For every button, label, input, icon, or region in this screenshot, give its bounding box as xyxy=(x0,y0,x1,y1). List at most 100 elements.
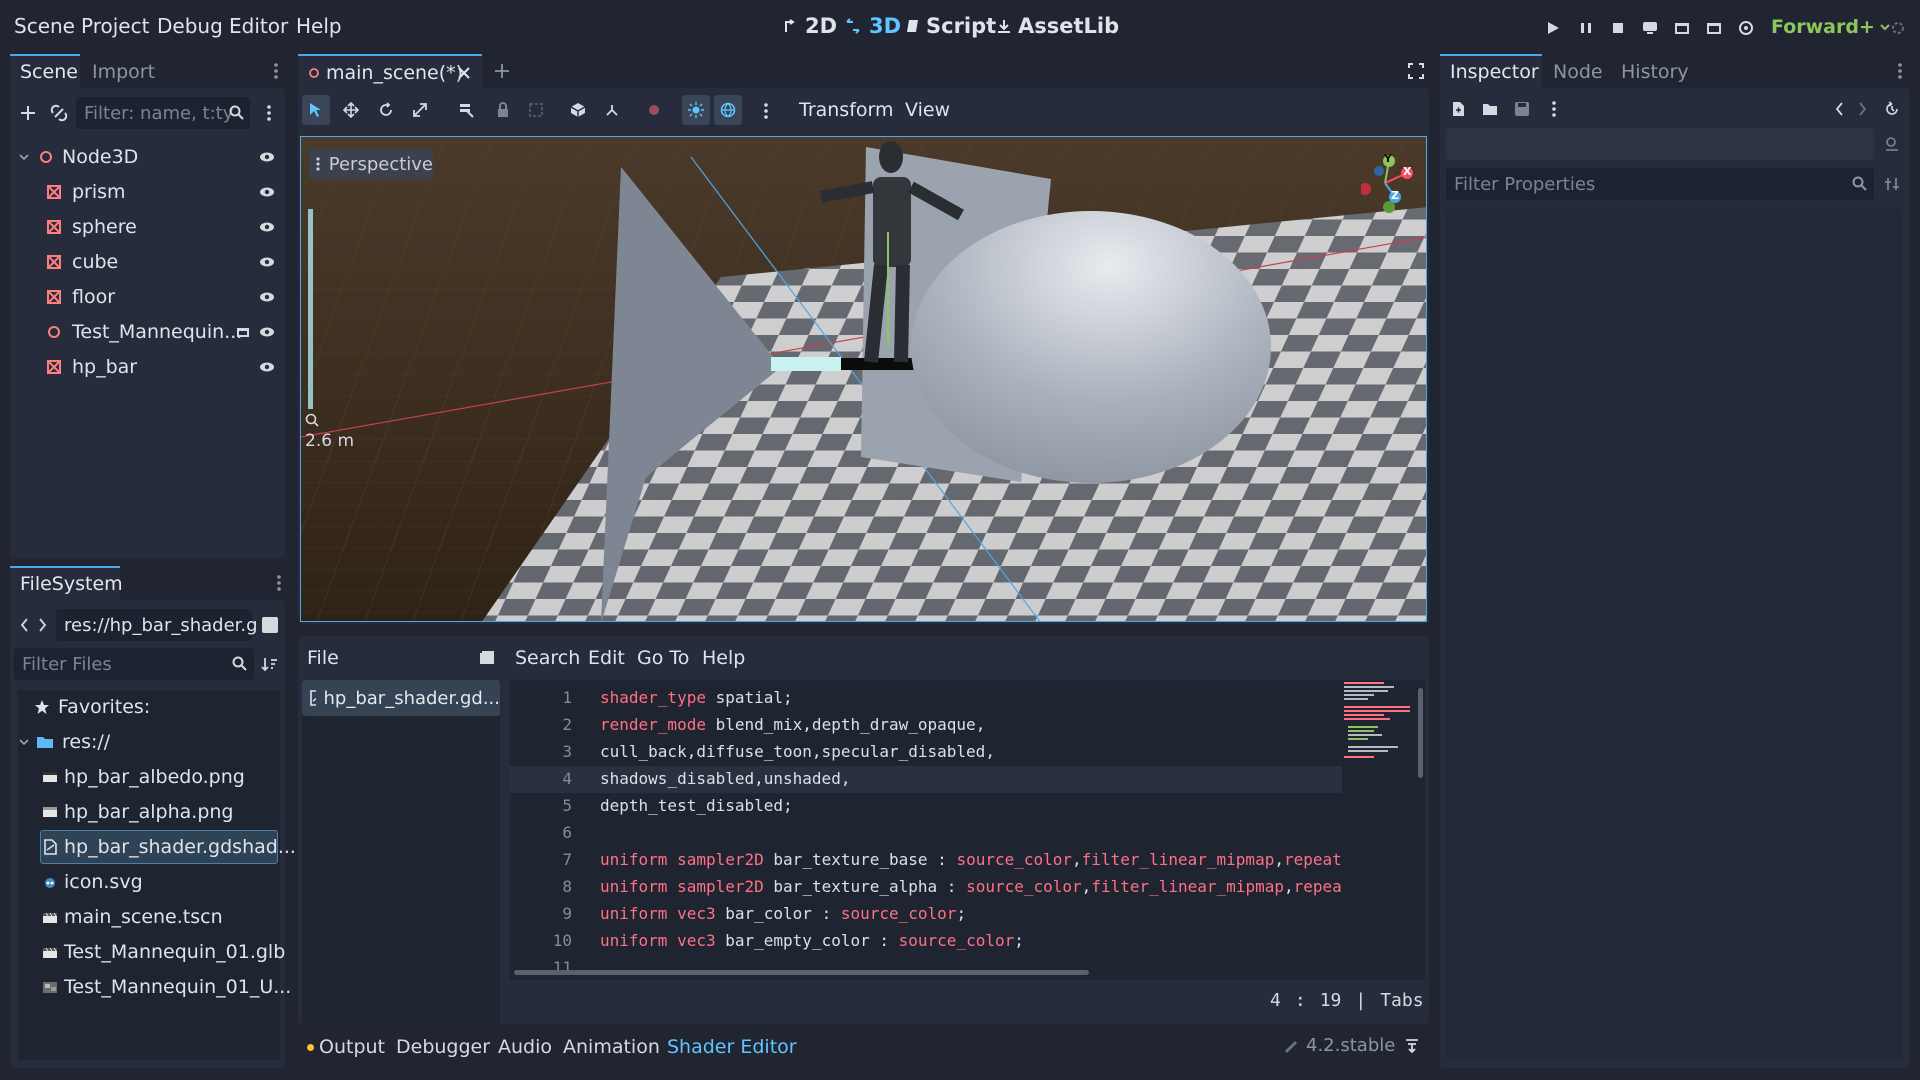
select-tool-button[interactable] xyxy=(302,95,330,125)
menu-scene[interactable]: Scene xyxy=(14,14,75,38)
audio-listener-icon[interactable] xyxy=(646,102,662,118)
visibility-eye-icon[interactable] xyxy=(259,221,275,233)
file-row-selected[interactable]: hp_bar_shader.gdshad... xyxy=(42,830,296,864)
shader-menu-search[interactable]: Search xyxy=(515,647,580,669)
orientation-gizmo[interactable]: Y X Z xyxy=(1361,147,1426,217)
workspace-script[interactable]: Script xyxy=(906,14,996,38)
add-node-icon[interactable] xyxy=(18,103,38,123)
tab-inspector[interactable]: Inspector xyxy=(1450,61,1539,83)
forward-icon[interactable] xyxy=(38,617,48,633)
tree-row-hp-bar[interactable]: hp_bar xyxy=(46,350,137,384)
favorites-row[interactable]: Favorites: xyxy=(34,690,150,724)
shader-menu-edit[interactable]: Edit xyxy=(588,647,625,669)
visibility-eye-icon[interactable] xyxy=(259,361,275,373)
instance-scene-icon[interactable] xyxy=(49,103,69,123)
menu-editor[interactable]: Editor xyxy=(229,14,288,38)
file-row[interactable]: hp_bar_albedo.png xyxy=(42,760,245,794)
toggle-environment-button[interactable] xyxy=(714,95,742,125)
tab-audio[interactable]: Audio xyxy=(498,1036,552,1058)
tree-row-cube[interactable]: cube xyxy=(46,245,118,279)
group-icon[interactable] xyxy=(528,102,544,118)
snap-icon[interactable] xyxy=(570,102,586,118)
tab-debugger[interactable]: Debugger xyxy=(396,1036,490,1058)
file-row[interactable]: main_scene.tscn xyxy=(42,900,223,934)
scene-options-icon[interactable] xyxy=(266,104,272,122)
filter-properties-input[interactable]: Filter Properties xyxy=(1446,168,1874,200)
shader-menu-file[interactable]: File xyxy=(307,647,339,669)
file-row[interactable]: Test_Mannequin_01.glb xyxy=(42,935,285,969)
shader-file-item[interactable]: hp_bar_shader.gd... xyxy=(302,680,500,716)
toggle-split-icon[interactable] xyxy=(262,617,278,633)
play-custom-scene-icon[interactable] xyxy=(1703,17,1725,39)
file-row[interactable]: icon.svg xyxy=(42,865,143,899)
move-tool-icon[interactable] xyxy=(343,102,359,118)
tab-import[interactable]: Import xyxy=(92,61,155,83)
object-path-field[interactable] xyxy=(1446,128,1874,160)
menu-help[interactable]: Help xyxy=(296,14,342,38)
pause-icon[interactable] xyxy=(1575,17,1597,39)
stop-icon[interactable] xyxy=(1607,17,1629,39)
file-row[interactable]: hp_bar_alpha.png xyxy=(42,795,234,829)
renderer-select[interactable]: Forward+ xyxy=(1771,16,1891,38)
menu-view[interactable]: View xyxy=(905,99,950,121)
scale-tool-icon[interactable] xyxy=(412,102,428,118)
play-icon[interactable] xyxy=(1542,17,1564,39)
sort-icon[interactable] xyxy=(261,656,279,672)
add-scene-tab-icon[interactable] xyxy=(494,63,510,79)
back-icon[interactable] xyxy=(19,617,29,633)
property-options-icon[interactable] xyxy=(1884,176,1900,192)
tree-row-mannequin[interactable]: Test_Mannequin... xyxy=(46,315,242,349)
distraction-free-icon[interactable] xyxy=(1408,63,1424,79)
vertical-scrollbar[interactable] xyxy=(1418,688,1423,778)
file-row[interactable]: Test_Mannequin_01_U... xyxy=(42,970,291,1004)
scene-tab[interactable]: main_scene(*) xyxy=(298,54,482,90)
code-editor[interactable]: 1 shader_type spatial; 2 render_mode blend… xyxy=(510,680,1425,980)
tab-filesystem[interactable]: FileSystem xyxy=(20,573,123,595)
tab-animation[interactable]: Animation xyxy=(563,1036,660,1058)
object-history-icon[interactable] xyxy=(1884,101,1900,117)
tree-row-sphere[interactable]: sphere xyxy=(46,210,137,244)
perspective-menu[interactable]: Perspective xyxy=(309,149,433,179)
code-minimap[interactable] xyxy=(1342,680,1414,780)
pin-panel-icon[interactable] xyxy=(1404,1038,1420,1054)
menu-debug[interactable]: Debug xyxy=(157,14,223,38)
save-icon[interactable] xyxy=(1514,101,1530,117)
menu-project[interactable]: Project xyxy=(81,14,149,38)
open-folder-icon[interactable] xyxy=(1482,101,1498,117)
menu-transform[interactable]: Transform xyxy=(799,99,894,121)
object-properties-icon[interactable] xyxy=(1884,136,1900,152)
remote-debug-icon[interactable] xyxy=(1639,17,1661,39)
tree-row-prism[interactable]: prism xyxy=(46,175,126,209)
skeleton-icon[interactable] xyxy=(604,102,620,118)
movie-maker-icon[interactable] xyxy=(1735,17,1757,39)
rotate-tool-icon[interactable] xyxy=(378,102,394,118)
dock-menu-icon[interactable] xyxy=(276,574,282,592)
workspace-3d[interactable]: 3D xyxy=(845,14,901,38)
shader-menu-help[interactable]: Help xyxy=(702,647,745,669)
history-forward-icon[interactable] xyxy=(1858,101,1868,117)
scene-filter-input[interactable]: Filter: name, t:ty xyxy=(76,97,250,129)
tree-row-floor[interactable]: floor xyxy=(46,280,115,314)
workspace-assetlib[interactable]: AssetLib xyxy=(996,14,1119,38)
dock-menu-icon[interactable] xyxy=(273,62,279,80)
tab-scene[interactable]: Scene xyxy=(20,61,78,83)
lock-icon[interactable] xyxy=(496,102,510,118)
visibility-eye-icon[interactable] xyxy=(259,256,275,268)
status-indent[interactable]: Tabs xyxy=(1380,990,1423,1011)
visibility-eye-icon[interactable] xyxy=(259,151,275,163)
toggle-sun-button[interactable] xyxy=(682,95,710,125)
tab-shader-editor[interactable]: Shader Editor xyxy=(667,1036,797,1058)
tree-row-node3d[interactable]: Node3D xyxy=(18,140,138,174)
environment-menu-icon[interactable] xyxy=(763,102,769,120)
tab-node[interactable]: Node xyxy=(1553,61,1603,83)
visibility-eye-icon[interactable] xyxy=(259,186,275,198)
res-folder-row[interactable]: res:// xyxy=(18,725,110,759)
path-input[interactable]: res://hp_bar_shader.g xyxy=(56,609,258,641)
visibility-eye-icon[interactable] xyxy=(259,291,275,303)
tab-history[interactable]: History xyxy=(1621,61,1689,83)
visibility-eye-icon[interactable] xyxy=(259,326,275,338)
dock-menu-icon[interactable] xyxy=(1897,62,1903,80)
toggle-files-panel-icon[interactable] xyxy=(479,650,495,666)
horizontal-scrollbar[interactable] xyxy=(514,970,1089,975)
viewport-canvas[interactable]: Perspective 2.6 m Y X Z xyxy=(300,136,1427,622)
